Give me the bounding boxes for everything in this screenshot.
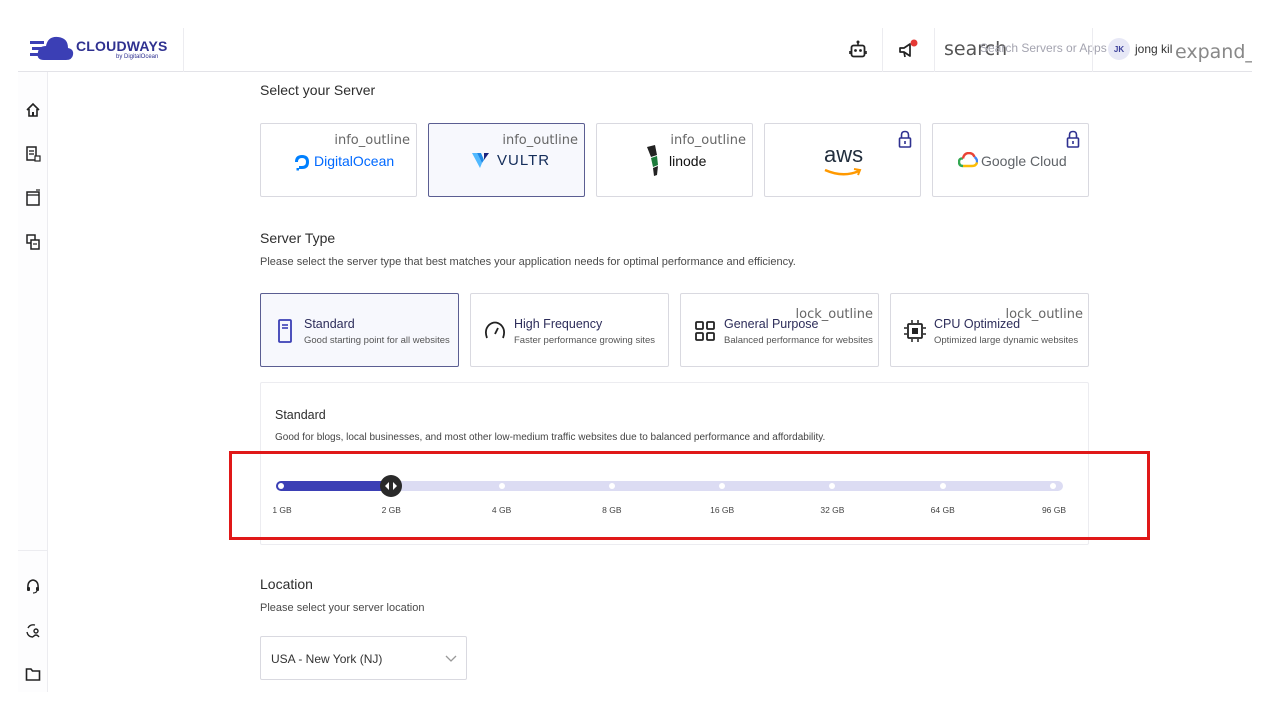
user-sync-icon <box>26 624 40 638</box>
applications-icon <box>26 189 40 206</box>
sidebar-item-applications[interactable] <box>21 186 45 210</box>
server-type-label: High Frequency <box>514 317 603 331</box>
digitalocean-logo-icon <box>295 155 309 171</box>
cloud-logo-icon <box>30 36 74 60</box>
robot-icon <box>849 40 867 58</box>
server-type-label: CPU Optimized <box>934 317 1021 331</box>
top-header: CLOUDWAYS by DigitalOcean search Search … <box>18 28 1252 72</box>
server-icon <box>278 319 292 343</box>
server-size-title: Standard <box>275 408 326 422</box>
vultr-logo-icon <box>472 153 489 168</box>
cpu-icon <box>904 320 926 342</box>
speedometer-icon <box>484 321 506 339</box>
cloudways-logo[interactable]: CLOUDWAYS by DigitalOcean <box>30 32 180 68</box>
team-icon <box>26 234 40 250</box>
provider-name: aws <box>824 142 864 167</box>
server-type-high-frequency[interactable]: High Frequency Faster performance growin… <box>470 293 669 367</box>
lock-icon <box>898 130 912 148</box>
provider-name: linode <box>669 153 707 169</box>
server-type-title: Server Type <box>260 230 336 246</box>
aws-smile-icon <box>824 168 862 176</box>
brand-name: CLOUDWAYS <box>76 38 168 54</box>
info-outline-icon[interactable]: info_outline <box>670 133 746 148</box>
sidebar-item-projects[interactable] <box>21 662 45 686</box>
server-type-standard[interactable]: Standard Good starting point for all web… <box>260 293 459 367</box>
info-outline-icon[interactable]: info_outline <box>502 133 578 148</box>
server-type-label: Standard <box>304 317 355 331</box>
highlight-box <box>229 451 1150 540</box>
sidebar-item-team[interactable] <box>21 230 45 254</box>
location-description: Please select your server location <box>260 602 425 614</box>
header-divider <box>882 28 883 72</box>
server-type-cpu-optimized[interactable]: lock_outline CPU Optimized Optimized lar… <box>890 293 1089 367</box>
server-type-desc: Faster performance growing sites <box>514 335 655 346</box>
provider-card-linode[interactable]: info_outline linode <box>596 123 753 197</box>
server-type-general-purpose[interactable]: lock_outline General Purpose Balanced pe… <box>680 293 879 367</box>
lock-icon <box>1066 130 1080 148</box>
username[interactable]: jong kil <box>1135 42 1172 56</box>
sidebar-item-support[interactable] <box>21 574 45 598</box>
home-icon <box>26 102 40 117</box>
provider-card-google-cloud[interactable]: Google Cloud <box>932 123 1089 197</box>
provider-name: VULTR <box>497 152 551 169</box>
brand-subtitle: by DigitalOcean <box>116 54 159 60</box>
grid-icon <box>695 321 715 341</box>
location-selected-value: USA - New York (NJ) <box>271 652 383 666</box>
server-type-desc: Balanced performance for websites <box>724 335 873 346</box>
provider-card-digitalocean[interactable]: info_outline DigitalOcean <box>260 123 417 197</box>
servers-icon <box>26 146 41 162</box>
sidebar-item-home[interactable] <box>21 98 45 122</box>
search-input[interactable]: Search Servers or Apps <box>980 41 1107 55</box>
linode-logo-icon <box>647 145 658 176</box>
folder-icon <box>25 668 41 681</box>
server-type-desc: Good starting point for all websites <box>304 335 450 346</box>
announcements-button[interactable] <box>890 32 926 68</box>
support-icon <box>27 579 39 594</box>
header-divider <box>1092 28 1093 72</box>
provider-card-vultr[interactable]: info_outline VULTR <box>428 123 585 197</box>
sidebar-item-refer[interactable] <box>21 619 45 643</box>
sidebar-item-servers[interactable] <box>21 142 45 166</box>
megaphone-icon <box>899 39 918 58</box>
header-divider <box>934 28 935 72</box>
header-divider <box>183 28 184 72</box>
server-type-description: Please select the server type that best … <box>260 256 796 268</box>
location-select[interactable]: USA - New York (NJ) <box>260 636 467 680</box>
server-type-label: General Purpose <box>724 317 819 331</box>
google-cloud-logo-icon <box>958 152 978 168</box>
sidebar-divider <box>18 550 48 551</box>
chevron-down-icon <box>445 655 457 662</box>
info-outline-icon[interactable]: info_outline <box>334 133 410 148</box>
provider-name: DigitalOcean <box>314 153 395 169</box>
select-server-title: Select your Server <box>260 82 376 98</box>
provider-name: Google Cloud <box>981 153 1067 169</box>
sidebar <box>18 72 48 692</box>
server-size-description: Good for blogs, local businesses, and mo… <box>275 432 826 443</box>
avatar[interactable]: JK <box>1108 38 1130 60</box>
server-type-desc: Optimized large dynamic websites <box>934 335 1079 346</box>
bot-button[interactable] <box>840 32 876 68</box>
location-title: Location <box>260 576 313 592</box>
expand-icon[interactable]: expand_r <box>1175 41 1252 63</box>
provider-card-aws[interactable]: aws <box>764 123 921 197</box>
